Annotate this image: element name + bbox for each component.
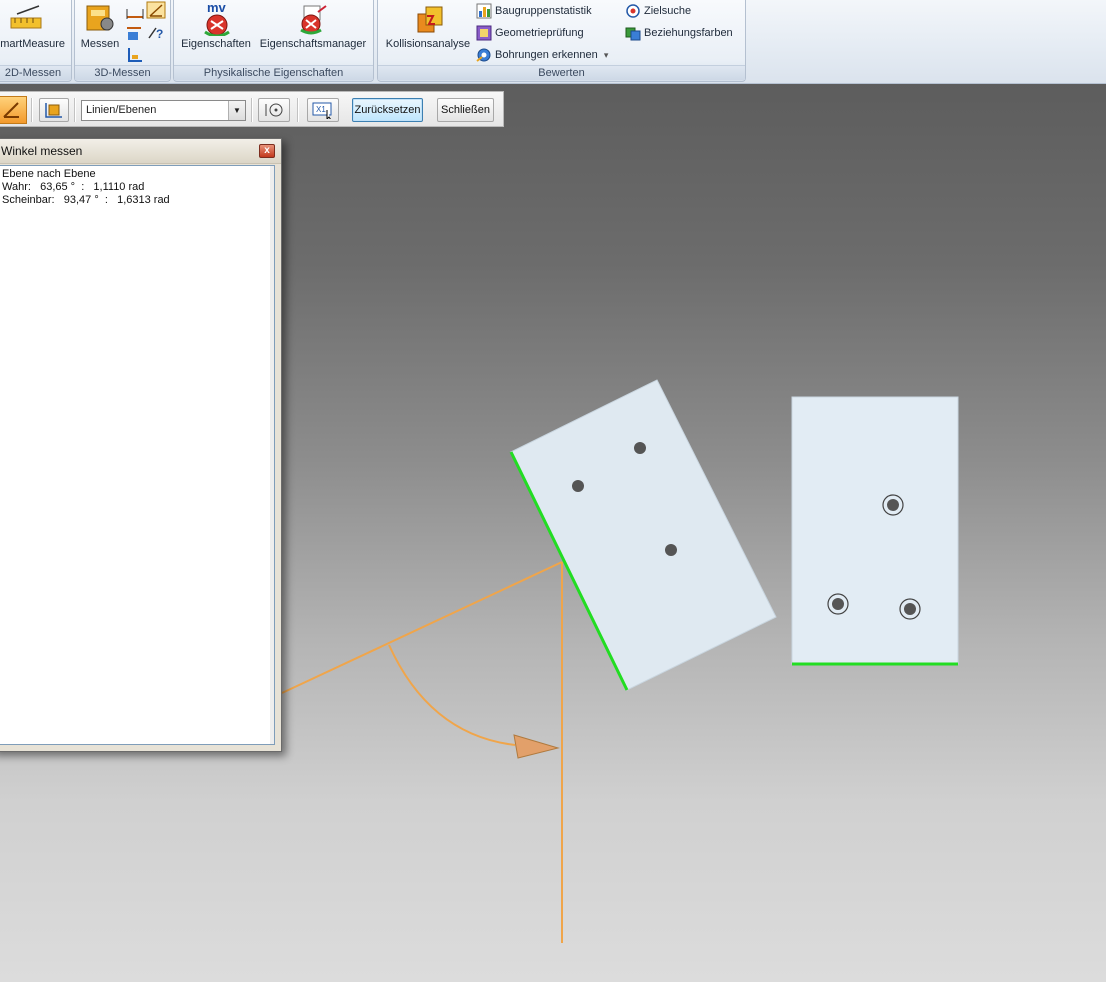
baugruppenstatistik-button[interactable]: Baugruppenstatistik xyxy=(476,1,592,21)
active-tool-button[interactable] xyxy=(0,96,27,124)
ribbon: martMeasure 2D-Messen Messen ? 3D-Messen… xyxy=(0,0,1106,84)
geometriepruefung-label: Geometrieprüfung xyxy=(495,27,584,39)
separator-4 xyxy=(297,98,299,122)
group-label-2d: 2D-Messen xyxy=(0,65,71,80)
messen-label: Messen xyxy=(80,38,120,50)
group-label-3d: 3D-Messen xyxy=(75,65,170,80)
plate1-hole-1[interactable] xyxy=(634,442,646,454)
eigenschaften-icon xyxy=(204,14,230,36)
angle-arrowhead-icon xyxy=(513,734,560,759)
bohrungen-erkennen-label: Bohrungen erkennen xyxy=(495,49,598,61)
reset-button[interactable]: Zurücksetzen xyxy=(352,98,423,122)
baugruppenstatistik-icon xyxy=(476,3,492,19)
beziehungsfarben-button[interactable]: Beziehungsfarben xyxy=(625,23,733,43)
group-label-phys: Physikalische Eigenschaften xyxy=(174,65,373,80)
selection-filter-button[interactable] xyxy=(39,98,69,122)
angle-measure-dialog: Winkel messen x Ebene nach Ebene Wahr: 6… xyxy=(0,138,282,752)
close-button[interactable]: Schließen xyxy=(437,98,494,122)
copy-clipboard-icon: X1 xyxy=(312,102,332,119)
front-plate[interactable] xyxy=(791,396,959,665)
plate1-hole-3[interactable] xyxy=(665,544,677,556)
selection-filter-icon xyxy=(45,103,62,118)
kollisionsanalyse-icon xyxy=(417,6,443,33)
messen-button[interactable]: Messen xyxy=(77,2,123,54)
separator-1 xyxy=(31,98,33,122)
dialog-title: Winkel messen xyxy=(1,144,83,158)
measure-angle-icon[interactable] xyxy=(146,1,166,19)
zielsuche-button[interactable]: Zielsuche xyxy=(625,1,691,21)
kollisionsanalyse-label: Kollisionsanalyse xyxy=(385,38,471,50)
measure-axis-icon[interactable] xyxy=(125,46,145,64)
beziehungsfarben-label: Beziehungsfarben xyxy=(644,27,733,39)
group-bewerten: Kollisionsanalyse Baugruppenstatistik Ge… xyxy=(377,0,746,82)
eigenschaftsmanager-label: Eigenschaftsmanager xyxy=(259,38,367,50)
group-3d-messen: Messen ? 3D-Messen xyxy=(74,0,171,82)
smartmeasure-label: martMeasure xyxy=(0,38,65,50)
measure-query-icon[interactable]: ? xyxy=(146,24,166,42)
separator-2 xyxy=(74,98,76,122)
smartmeasure-button[interactable]: martMeasure xyxy=(0,2,71,54)
eigenschaftsmanager-icon xyxy=(300,5,327,35)
chevron-down-icon[interactable]: ▾ xyxy=(604,50,609,60)
svg-text:?: ? xyxy=(156,27,163,41)
result-line-mode: Ebene nach Ebene xyxy=(2,168,96,180)
selection-mode-dropdown[interactable]: Linien/Ebenen ▼ xyxy=(81,100,246,121)
dialog-titlebar[interactable]: Winkel messen x xyxy=(0,139,281,164)
baugruppenstatistik-label: Baugruppenstatistik xyxy=(495,5,592,17)
eigenschaftsmanager-button[interactable]: Eigenschaftsmanager xyxy=(256,2,370,54)
zielsuche-icon xyxy=(626,4,640,18)
geometriepruefung-button[interactable]: Geometrieprüfung xyxy=(476,23,584,43)
dialog-close-button[interactable]: x xyxy=(259,144,275,158)
group-2d-messen: martMeasure 2D-Messen xyxy=(0,0,72,82)
copy-to-clipboard-button[interactable]: X1 xyxy=(307,98,339,122)
svg-text:X1: X1 xyxy=(316,105,326,114)
smartmeasure-icon xyxy=(10,5,42,29)
beziehungsfarben-icon xyxy=(625,27,641,41)
separator-3 xyxy=(251,98,253,122)
geometriepruefung-icon xyxy=(476,25,492,41)
group-label-bewerten: Bewerten xyxy=(378,65,745,80)
zielsuche-label: Zielsuche xyxy=(644,5,692,17)
measure-line-1 xyxy=(281,561,563,694)
messen-icon xyxy=(86,5,114,31)
eigenschaften-button[interactable]: mv Eigenschaften xyxy=(178,0,254,54)
kollisionsanalyse-button[interactable]: Kollisionsanalyse xyxy=(382,2,474,54)
measure-distance-icon[interactable] xyxy=(125,3,145,21)
bohrungen-erkennen-icon xyxy=(476,48,491,62)
selection-mode-value: Linien/Ebenen xyxy=(86,104,157,116)
keypoint-icon xyxy=(265,103,283,117)
result-line-apparent: Scheinbar: 93,47 ° : 1,6313 rad xyxy=(2,194,170,206)
eigenschaften-label: Eigenschaften xyxy=(181,38,251,50)
plate1-hole-2[interactable] xyxy=(572,480,584,492)
keypoint-button[interactable] xyxy=(258,98,290,122)
bohrungen-erkennen-button[interactable]: Bohrungen erkennen ▾ xyxy=(476,45,608,65)
measure-min-distance-icon[interactable] xyxy=(125,24,145,42)
command-bar: X1 Zurücksetzen Schließen xyxy=(0,91,504,127)
results-textarea[interactable]: Ebene nach Ebene Wahr: 63,65 ° : 1,1110 … xyxy=(0,165,275,745)
group-physikalische-eigenschaften: mv Eigenschaften Eigenschaftsmanager Phy… xyxy=(173,0,374,82)
dropdown-arrow-icon[interactable]: ▼ xyxy=(228,101,245,120)
measure-angle-icon xyxy=(3,102,19,118)
textarea-scrollbar[interactable] xyxy=(270,166,274,744)
result-line-true: Wahr: 63,65 ° : 1,1110 rad xyxy=(2,181,145,193)
angle-arc xyxy=(388,644,516,746)
